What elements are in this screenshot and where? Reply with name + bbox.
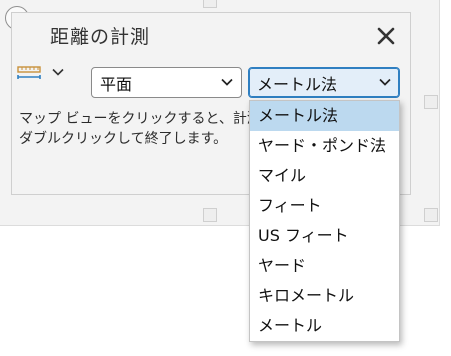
mode-select[interactable]: 平面: [91, 67, 242, 98]
instruction-text: マップ ビューをクリックすると、計測 ダブルクリックして終了します。: [19, 109, 251, 149]
unit-select[interactable]: メートル法: [248, 67, 400, 98]
unit-option-kilometers[interactable]: キロメートル: [250, 281, 399, 311]
chevron-down-icon: [221, 78, 233, 86]
resize-handle-top[interactable]: [203, 0, 217, 8]
unit-select-value: メートル法: [257, 74, 338, 94]
chevron-down-icon: [52, 68, 64, 76]
close-icon: [377, 27, 395, 45]
unit-option-metric[interactable]: メートル法: [250, 101, 399, 131]
chevron-down-icon: [379, 78, 391, 86]
resize-handle-right[interactable]: [424, 95, 438, 109]
measure-tool-dropdown[interactable]: [16, 61, 72, 83]
resize-handle-bottom-right[interactable]: [424, 208, 438, 222]
unit-option-feet[interactable]: フィート: [250, 191, 399, 221]
unit-option-imperial[interactable]: ヤード・ポンド法: [250, 131, 399, 161]
unit-option-meters[interactable]: メートル: [250, 311, 399, 341]
unit-option-yards[interactable]: ヤード: [250, 251, 399, 281]
panel-title: 距離の計測: [50, 26, 151, 48]
unit-dropdown-list: メートル法 ヤード・ポンド法 マイル フィート US フィート ヤード キロメー…: [249, 100, 400, 342]
unit-option-miles[interactable]: マイル: [250, 161, 399, 191]
instruction-line: マップ ビューをクリックすると、計測: [19, 111, 251, 127]
ruler-icon: [17, 66, 41, 79]
resize-handle-bottom[interactable]: [203, 208, 217, 222]
close-button[interactable]: [374, 24, 398, 48]
mode-select-value: 平面: [100, 74, 133, 94]
instruction-line: ダブルクリックして終了します。: [19, 131, 228, 147]
unit-option-us-feet[interactable]: US フィート: [250, 221, 399, 251]
